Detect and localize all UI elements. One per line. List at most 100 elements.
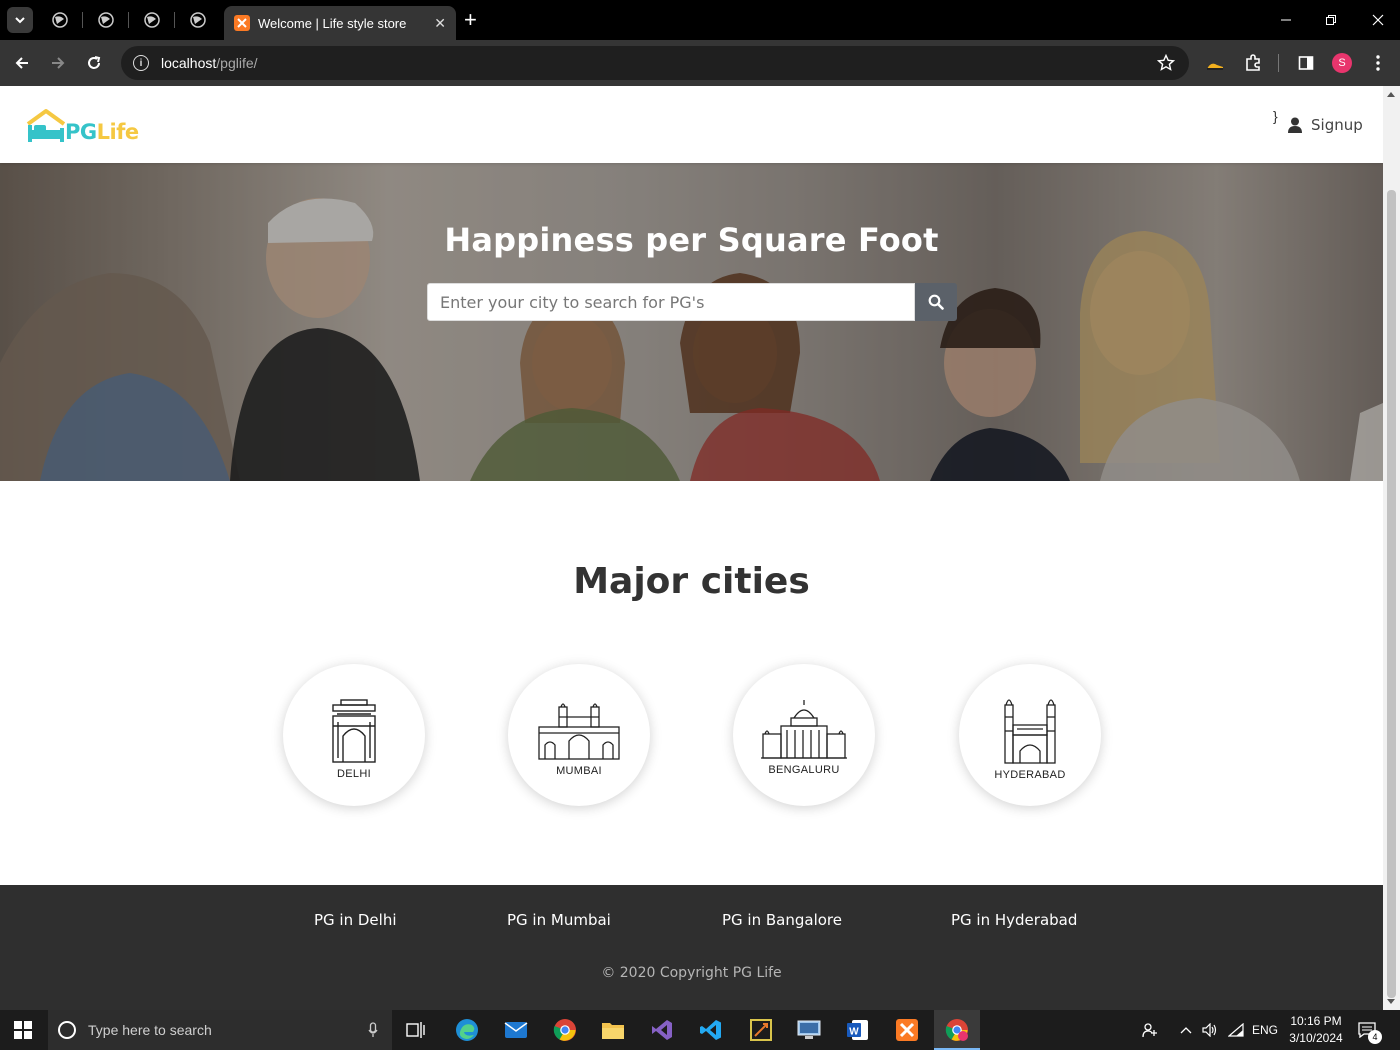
minimize-icon[interactable] [1276,10,1296,30]
browser-tab-bar: Welcome | Life style store ✕ + [0,0,1400,40]
restore-icon[interactable] [1321,10,1341,30]
page-viewport: PGLife } Signup Happiness per Square Foo… [0,86,1383,1010]
taskbar-search-box[interactable]: Type here to search [48,1010,392,1050]
extensions-puzzle-icon[interactable] [1243,53,1263,73]
extension-icon[interactable] [1205,53,1225,73]
mail-icon[interactable] [504,1018,528,1042]
globe-icon [98,12,114,28]
back-arrow-icon[interactable] [12,53,32,73]
gateway-of-india-icon [538,703,620,760]
visual-studio-icon[interactable] [650,1018,674,1042]
file-explorer-icon[interactable] [601,1018,625,1042]
cortana-icon [58,1021,76,1039]
signup-link[interactable]: Signup [1288,116,1363,134]
tab-globe-4[interactable] [188,10,208,30]
scroll-down-arrow-icon[interactable] [1387,999,1395,1004]
page-scrollbar[interactable] [1383,86,1400,1010]
reload-icon[interactable] [84,53,104,73]
site-info-icon[interactable]: i [133,55,149,71]
language-indicator[interactable]: ENG [1252,1010,1278,1050]
windows-start-icon[interactable] [14,1021,32,1039]
search-icon [928,294,944,310]
city-card-hyderabad[interactable]: HYDERABAD [959,664,1101,806]
scrollbar-thumb[interactable] [1387,190,1396,998]
chrome-icon[interactable] [553,1018,577,1042]
word-icon[interactable]: W [846,1018,870,1042]
taskbar-search-placeholder: Type here to search [88,1022,212,1038]
remote-desktop-icon[interactable] [797,1018,821,1042]
people-icon[interactable] [1142,1010,1158,1050]
hero-title: Happiness per Square Foot [444,221,939,259]
wifi-icon[interactable] [1228,1010,1244,1050]
vidhana-soudha-icon [761,700,847,759]
url-host: localhost [161,55,217,71]
notification-count-badge: 4 [1368,1030,1382,1044]
tab-search-button[interactable] [7,7,33,33]
city-search-input[interactable] [427,283,915,321]
city-search-form [427,283,957,321]
footer-copyright: © 2020 Copyright PG Life [601,965,782,981]
signup-label: Signup [1311,116,1363,134]
close-tab-icon[interactable]: ✕ [434,15,446,32]
windows-taskbar: Type here to search W ENG 10:16 PM 3/10/… [0,1010,1400,1050]
user-icon [1288,117,1302,133]
globe-icon [144,12,160,28]
tray-chevron-up-icon[interactable] [1180,1010,1192,1050]
globe-icon [52,12,68,28]
taskbar-clock[interactable]: 10:16 PM 3/10/2024 [1283,1013,1349,1047]
notification-center-icon[interactable]: 4 [1358,1010,1382,1050]
scroll-up-arrow-icon[interactable] [1387,92,1395,97]
clock-date: 3/10/2024 [1289,1031,1343,1045]
city-name: HYDERABAD [994,769,1066,781]
bookmark-star-icon[interactable] [1157,54,1175,72]
tab-globe-1[interactable] [50,10,70,30]
logo-life: Life [96,120,139,144]
pglife-logo[interactable]: PGLife [25,108,139,144]
close-window-icon[interactable] [1368,10,1388,30]
task-view-icon[interactable] [404,1018,428,1042]
profile-avatar[interactable]: S [1332,53,1352,73]
chevron-down-icon [15,17,25,24]
footer-link-bangalore[interactable]: PG in Bangalore [722,911,842,929]
logo-text: PGLife [65,120,139,144]
charminar-icon [1004,699,1056,764]
city-card-delhi[interactable]: DELHI [283,664,425,806]
microphone-icon[interactable] [368,1022,378,1038]
tab-globe-2[interactable] [96,10,116,30]
tools-app-icon[interactable] [749,1018,773,1042]
city-card-mumbai[interactable]: MUMBAI [508,664,650,806]
tab-globe-3[interactable] [142,10,162,30]
url-path: /pglife/ [216,55,258,71]
major-cities-heading: Major cities [573,561,810,602]
more-menu-icon[interactable] [1368,53,1388,73]
site-footer: PG in Delhi PG in Mumbai PG in Bangalore… [0,885,1383,1010]
vscode-icon[interactable] [699,1018,723,1042]
forward-arrow-icon[interactable] [48,53,68,73]
house-bed-logo-icon [26,109,66,142]
chrome-profile-icon[interactable] [945,1018,969,1042]
footer-link-hyderabad[interactable]: PG in Hyderabad [951,911,1077,929]
hero-banner: Happiness per Square Foot [0,163,1383,481]
footer-link-mumbai[interactable]: PG in Mumbai [507,911,611,929]
active-tab[interactable]: Welcome | Life style store ✕ [224,6,456,40]
clock-time: 10:16 PM [1290,1014,1342,1028]
site-header: PGLife } Signup [0,86,1383,163]
active-tab-title: Welcome | Life style store [258,15,407,31]
search-button[interactable] [915,283,957,321]
logo-pg: PG [65,120,97,144]
globe-icon [190,12,206,28]
city-card-bengaluru[interactable]: BENGALURU [733,664,875,806]
city-name: MUMBAI [556,765,602,777]
city-name: DELHI [337,768,371,780]
volume-icon[interactable] [1202,1010,1218,1050]
india-gate-icon [332,699,376,763]
xampp-icon[interactable] [895,1018,919,1042]
footer-link-delhi[interactable]: PG in Delhi [314,911,397,929]
city-name: BENGALURU [768,764,840,776]
edge-icon[interactable] [455,1018,479,1042]
side-panel-icon[interactable] [1296,53,1316,73]
browser-toolbar: i localhost/pglife/ S [0,40,1400,86]
new-tab-button[interactable]: + [464,8,477,32]
address-bar[interactable]: i localhost/pglife/ [121,46,1189,80]
xampp-favicon-icon [234,15,250,31]
